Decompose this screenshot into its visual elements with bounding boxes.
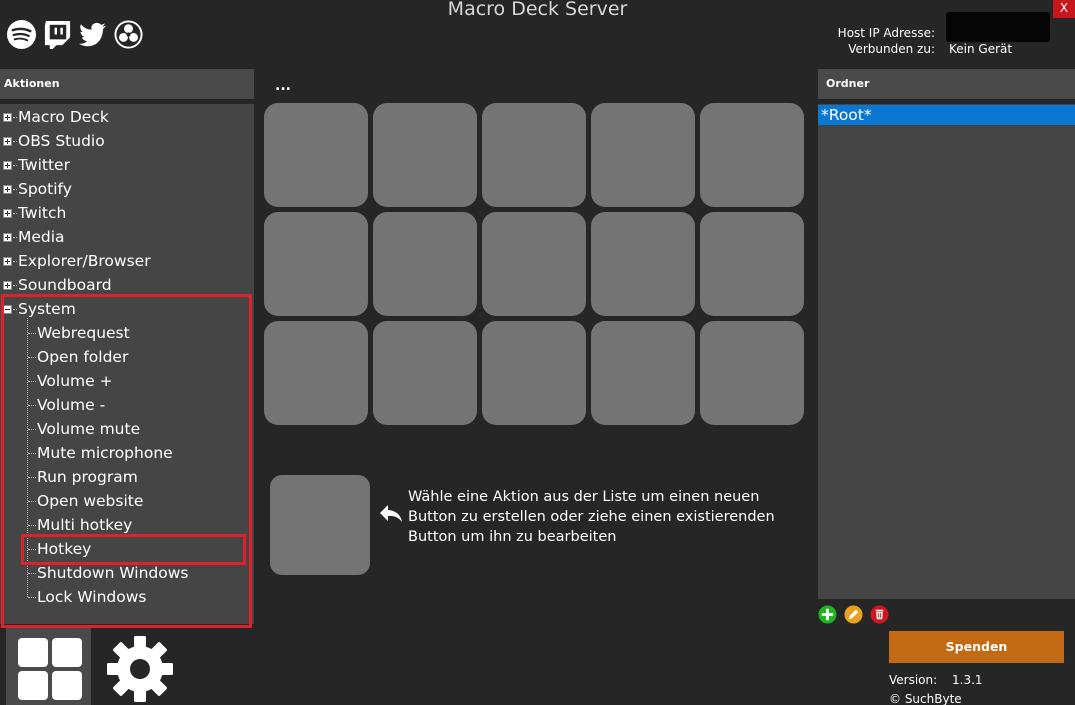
delete-folder-button[interactable] [870, 605, 889, 624]
system-highlight-box [1, 294, 252, 628]
expand-icon[interactable] [3, 233, 12, 242]
connected-label: Verbunden zu: [848, 42, 935, 56]
nav-deck-button[interactable] [6, 628, 91, 705]
grid-button[interactable] [264, 103, 368, 207]
folders-list[interactable] [818, 104, 1075, 599]
expand-icon[interactable] [3, 161, 12, 170]
host-ip-label: Host IP Adresse: [837, 26, 935, 40]
deck-grid-icon [18, 638, 82, 700]
grid-button[interactable] [373, 321, 477, 425]
expand-icon[interactable] [3, 113, 12, 122]
grid-button[interactable] [482, 212, 586, 316]
grid-button[interactable] [482, 103, 586, 207]
folder-item-root[interactable]: *Root* [818, 105, 1075, 125]
spotify-icon[interactable] [6, 19, 37, 50]
actions-header: Aktionen [0, 69, 254, 99]
grid-button[interactable] [591, 321, 695, 425]
version-value: 1.3.1 [952, 673, 983, 687]
back-arrow-icon [380, 505, 402, 522]
obs-icon[interactable] [113, 19, 144, 50]
grid-button[interactable] [373, 212, 477, 316]
grid-button[interactable] [482, 321, 586, 425]
grid-button[interactable] [591, 212, 695, 316]
close-button[interactable]: X [1053, 0, 1075, 18]
grid-button[interactable] [264, 212, 368, 316]
donate-button[interactable]: Spenden [889, 631, 1064, 663]
connected-value: Kein Gerät [949, 42, 1013, 56]
window-title: Macro Deck Server [447, 0, 628, 20]
twitch-icon[interactable] [42, 19, 73, 50]
grid-button[interactable] [264, 321, 368, 425]
expand-icon[interactable] [3, 209, 12, 218]
add-folder-button[interactable] [818, 605, 837, 624]
twitter-icon[interactable] [77, 19, 108, 50]
grid-button[interactable] [591, 103, 695, 207]
grid-button[interactable] [700, 212, 804, 316]
host-ip-value-redacted [946, 12, 1050, 42]
grid-menu-button[interactable]: ... [275, 78, 291, 94]
expand-icon[interactable] [3, 281, 12, 290]
grid-button[interactable] [700, 103, 804, 207]
expand-icon[interactable] [3, 137, 12, 146]
expand-icon[interactable] [3, 257, 12, 266]
grid-button[interactable] [373, 103, 477, 207]
expand-icon[interactable] [3, 185, 12, 194]
grid-button[interactable] [700, 321, 804, 425]
hint-text: Wähle eine Aktion aus der Liste um einen… [408, 489, 775, 545]
edit-folder-button[interactable] [844, 605, 863, 624]
settings-gear-icon[interactable] [105, 634, 175, 704]
copyright-text: © SuchByte [889, 692, 962, 705]
version-label: Version: [889, 673, 938, 687]
button-preview[interactable] [270, 475, 370, 575]
hotkey-highlight-box [21, 534, 246, 565]
folders-header: Ordner [818, 69, 1075, 99]
